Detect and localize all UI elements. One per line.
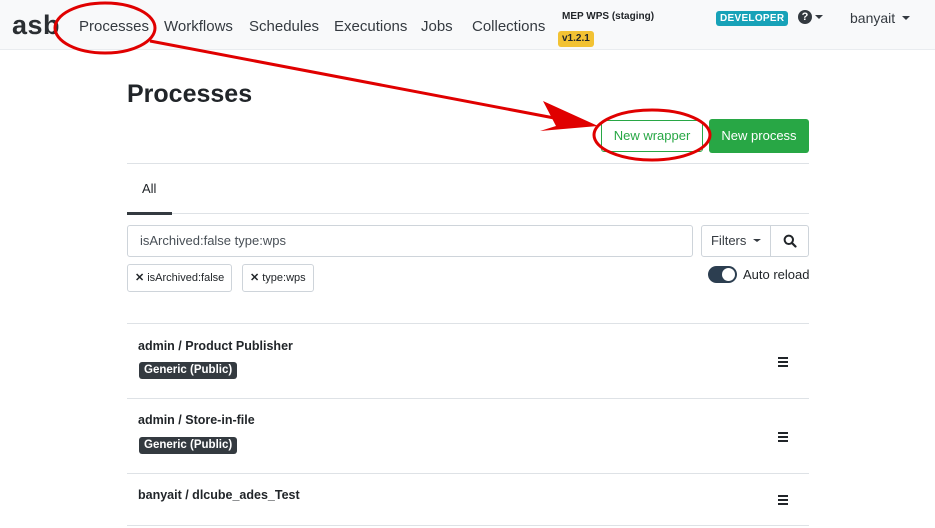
visibility-badge: Generic (Public) xyxy=(139,437,238,454)
new-wrapper-button[interactable]: New wrapper xyxy=(601,120,703,152)
active-tab-indicator xyxy=(127,212,172,215)
search-icon xyxy=(783,234,797,248)
help-caret-icon[interactable] xyxy=(815,15,823,19)
nav-jobs[interactable]: Jobs xyxy=(421,18,453,35)
annotation-arrow-head xyxy=(540,101,598,131)
user-caret-icon xyxy=(902,16,911,21)
tab-bar-divider xyxy=(127,213,809,214)
nav-executions[interactable]: Executions xyxy=(334,18,407,35)
process-title[interactable]: admin / Product Publisher xyxy=(138,339,293,353)
new-process-button[interactable]: New process xyxy=(709,119,809,153)
process-title[interactable]: banyait / dlcube_ades_Test xyxy=(138,488,300,502)
filter-chip-archived[interactable]: ✕ isArchived:false xyxy=(127,264,233,292)
top-navbar: asb Processes Workflows Schedules Execut… xyxy=(0,0,935,50)
remove-chip-icon[interactable]: ✕ xyxy=(135,272,144,284)
filters-dropdown[interactable]: Filters xyxy=(701,225,771,257)
nav-schedules[interactable]: Schedules xyxy=(249,18,319,35)
visibility-badge: Generic (Public) xyxy=(139,362,238,379)
nav-processes[interactable]: Processes xyxy=(79,18,149,35)
auto-reload-label: Auto reload xyxy=(743,267,810,282)
process-title[interactable]: admin / Store-in-file xyxy=(138,413,255,427)
environment-name: MEP WPS (staging) xyxy=(562,11,655,22)
remove-chip-icon[interactable]: ✕ xyxy=(250,272,259,284)
filters-caret-icon xyxy=(753,239,761,243)
hamburger-menu-icon[interactable] xyxy=(778,432,788,444)
user-menu[interactable]: banyait xyxy=(850,10,911,26)
filter-chip-type[interactable]: ✕ type:wps xyxy=(242,264,314,292)
user-name: banyait xyxy=(850,10,896,26)
role-badge: DEVELOPER xyxy=(716,11,789,26)
brand-logo[interactable]: asb xyxy=(12,10,60,41)
toggle-knob xyxy=(722,268,735,281)
filters-label: Filters xyxy=(710,233,747,248)
hamburger-menu-icon[interactable] xyxy=(778,495,788,507)
nav-collections[interactable]: Collections xyxy=(472,18,545,35)
list-item[interactable]: admin / Store-in-file Generic (Public) xyxy=(127,398,809,474)
list-item[interactable]: banyait / dlcube_ades_Test xyxy=(127,473,809,526)
question-circle-icon[interactable]: ? xyxy=(798,10,812,24)
tab-all[interactable]: All xyxy=(142,181,156,196)
page-title: Processes xyxy=(127,80,253,108)
header-divider xyxy=(127,163,809,164)
search-button[interactable] xyxy=(770,225,809,257)
nav-workflows[interactable]: Workflows xyxy=(164,18,233,35)
hamburger-menu-icon[interactable] xyxy=(778,357,788,369)
chip-label: isArchived:false xyxy=(147,272,225,284)
chip-label: type:wps xyxy=(262,272,306,284)
auto-reload-toggle[interactable] xyxy=(708,266,737,283)
list-item[interactable]: admin / Product Publisher Generic (Publi… xyxy=(127,323,809,399)
version-badge: v1.2.1 xyxy=(558,31,594,47)
search-input[interactable]: isArchived:false type:wps xyxy=(127,225,693,257)
